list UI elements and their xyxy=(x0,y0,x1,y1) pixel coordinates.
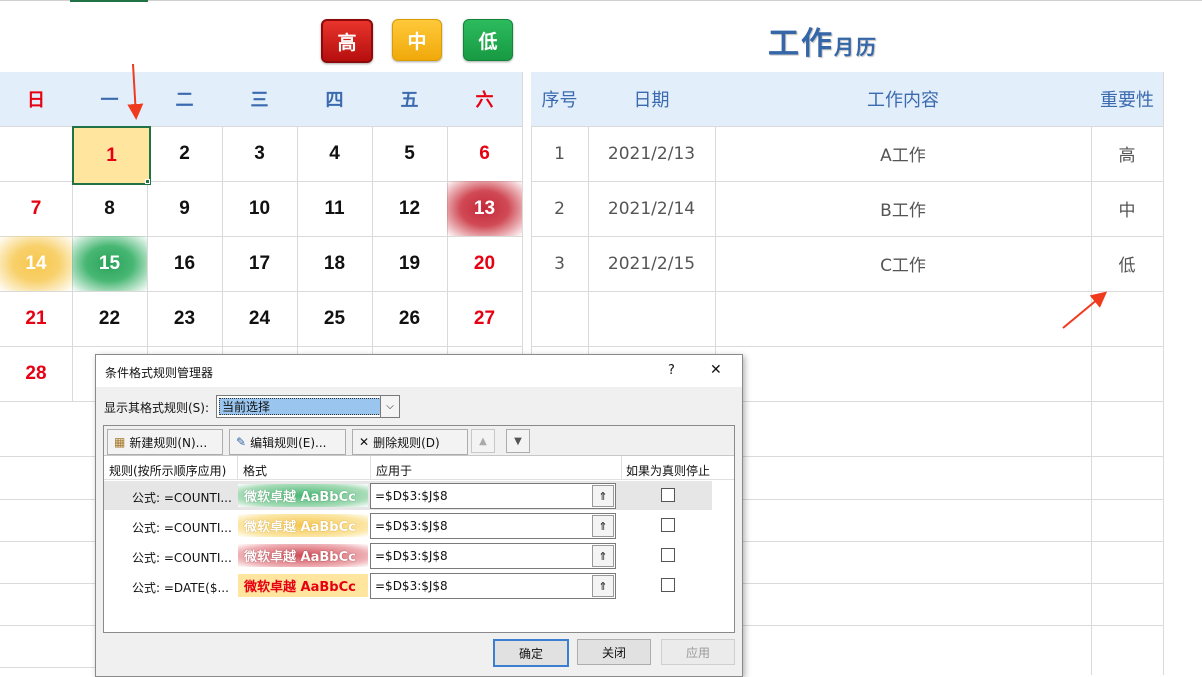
move-up-button[interactable]: ▲ xyxy=(471,429,495,453)
rule-apply-range[interactable]: =$D$3:$J$8 xyxy=(370,573,616,599)
chevron-down-icon[interactable]: ⌵ xyxy=(380,395,400,418)
ok-button[interactable]: 确定 xyxy=(493,639,569,667)
new-rule-label: 新建规则(N)... xyxy=(129,435,208,450)
rule-apply-range[interactable]: =$D$3:$J$8 xyxy=(370,543,616,569)
show-rules-value: 当前选择 xyxy=(219,398,381,415)
rule-format-preview: 微软卓越 AaBbCc xyxy=(238,544,368,567)
rule-row-date[interactable]: 公式: =DATE($... 微软卓越 AaBbCc =$D$3:$J$8 ⇑ xyxy=(104,571,712,600)
rule-format-preview: 微软卓越 AaBbCc xyxy=(238,574,368,597)
close-icon[interactable]: ✕ xyxy=(710,362,722,378)
stop-if-true-checkbox[interactable] xyxy=(661,578,675,592)
rule-formula: 公式: =DATE($... xyxy=(132,581,229,595)
delete-rule-label: 删除规则(D) xyxy=(373,435,440,450)
rules-panel: ▦ 新建规则(N)... ✎ 编辑规则(E)... ✕ 删除规则(D) ▲ ▼ 规则(… xyxy=(103,425,735,633)
apply-button[interactable]: 应用 xyxy=(661,639,735,665)
close-button[interactable]: 关闭 xyxy=(577,639,651,665)
range-picker-icon[interactable]: ⇑ xyxy=(592,545,614,567)
rule-format-preview: 微软卓越 AaBbCc xyxy=(238,484,368,507)
rule-apply-range[interactable]: =$D$3:$J$8 xyxy=(370,513,616,539)
edit-rule-label: 编辑规则(E)... xyxy=(250,435,327,450)
dialog-titlebar: 条件格式规则管理器 ? ✕ xyxy=(96,355,742,387)
move-down-button[interactable]: ▼ xyxy=(506,429,530,453)
rule-formula: 公式: =COUNTI... xyxy=(132,551,232,565)
stop-if-true-checkbox[interactable] xyxy=(661,488,675,502)
col-format: 格式 xyxy=(243,464,268,478)
cf-rules-dialog: 条件格式规则管理器 ? ✕ 显示其格式规则(S): 当前选择 ⌵ ▦ 新建规则(N… xyxy=(95,354,743,677)
delete-rule-button[interactable]: ✕ 删除规则(D) xyxy=(352,429,468,455)
stop-if-true-checkbox[interactable] xyxy=(661,518,675,532)
rule-apply-range[interactable]: =$D$3:$J$8 xyxy=(370,483,616,509)
arrow-to-level-column xyxy=(1062,291,1108,329)
rule-row-mid[interactable]: 公式: =COUNTI... 微软卓越 AaBbCc =$D$3:$J$8 ⇑ xyxy=(104,511,712,540)
new-rule-icon: ▦ xyxy=(114,435,126,449)
range-picker-icon[interactable]: ⇑ xyxy=(592,485,614,507)
show-rules-select[interactable]: 当前选择 xyxy=(216,395,400,418)
col-stop: 如果为真则停止 xyxy=(626,464,711,478)
edit-rule-button[interactable]: ✎ 编辑规则(E)... xyxy=(229,429,346,455)
new-rule-button[interactable]: ▦ 新建规则(N)... xyxy=(107,429,223,455)
delete-icon: ✕ xyxy=(359,435,370,449)
rule-format-preview: 微软卓越 AaBbCc xyxy=(238,514,368,537)
rules-header: 规则(按所示顺序应用) 格式 应用于 如果为真则停止 xyxy=(104,456,734,480)
rules-toolbar: ▦ 新建规则(N)... ✎ 编辑规则(E)... ✕ 删除规则(D) ▲ ▼ xyxy=(104,426,734,456)
help-button[interactable]: ? xyxy=(668,363,675,378)
arrow-to-selected-day xyxy=(127,63,144,120)
range-picker-icon[interactable]: ⇑ xyxy=(592,515,614,537)
show-rules-label: 显示其格式规则(S): xyxy=(104,401,210,415)
stop-if-true-checkbox[interactable] xyxy=(661,548,675,562)
dialog-title: 条件格式规则管理器 xyxy=(105,366,214,380)
col-apply: 应用于 xyxy=(376,464,413,478)
edit-rule-icon: ✎ xyxy=(236,435,247,449)
col-rule: 规则(按所示顺序应用) xyxy=(109,464,227,478)
rule-row-low[interactable]: 公式: =COUNTI... 微软卓越 AaBbCc =$D$3:$J$8 ⇑ xyxy=(104,541,712,570)
rule-formula: 公式: =COUNTI... xyxy=(132,521,232,535)
rule-row-high[interactable]: 公式: =COUNTI... 微软卓越 AaBbCc =$D$3:$J$8 ⇑ xyxy=(104,481,712,510)
rule-formula: 公式: =COUNTI... xyxy=(132,491,232,505)
range-picker-icon[interactable]: ⇑ xyxy=(592,575,614,597)
